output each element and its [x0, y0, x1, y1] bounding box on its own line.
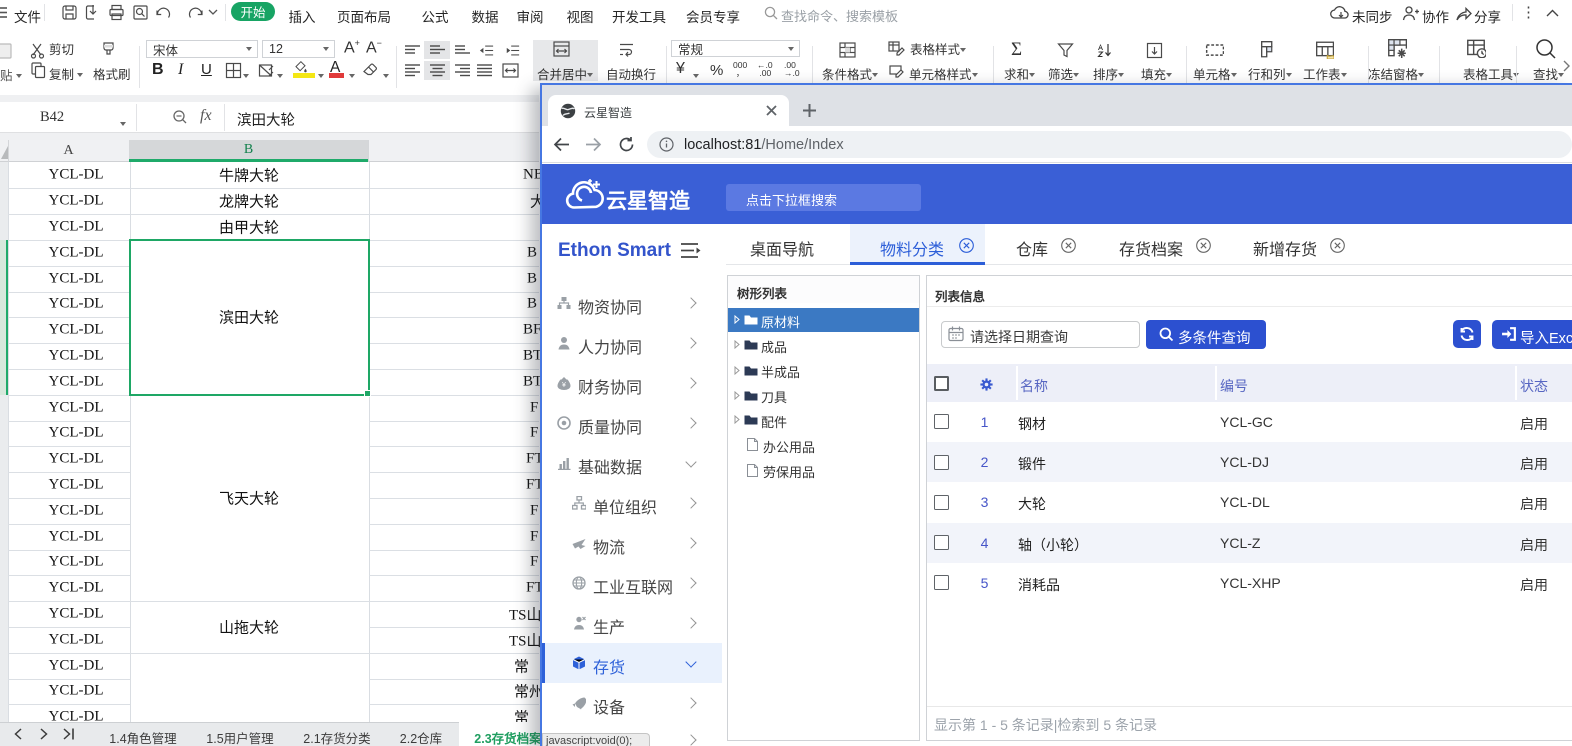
svg-text:¥: ¥ [562, 382, 566, 389]
